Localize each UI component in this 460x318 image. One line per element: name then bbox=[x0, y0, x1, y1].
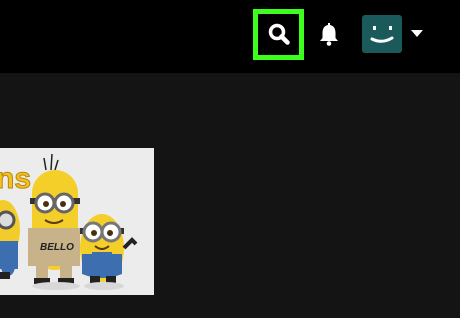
profile-avatar-icon bbox=[370, 26, 394, 43]
shirt-text: BELLO bbox=[40, 242, 74, 253]
top-nav-bar bbox=[0, 0, 460, 73]
app-page: ns BELLO bbox=[0, 0, 460, 318]
bell-icon bbox=[320, 23, 338, 46]
caret-down-icon[interactable] bbox=[411, 30, 423, 38]
title-logo-text: ns bbox=[0, 162, 31, 195]
search-button[interactable] bbox=[253, 9, 304, 60]
search-icon bbox=[268, 23, 290, 45]
title-card-minions[interactable]: ns BELLO bbox=[0, 148, 154, 295]
profile-avatar[interactable] bbox=[362, 15, 402, 53]
search-button-inner bbox=[258, 14, 299, 55]
notifications-button[interactable] bbox=[316, 22, 342, 48]
minions-artwork: ns BELLO bbox=[0, 148, 154, 295]
